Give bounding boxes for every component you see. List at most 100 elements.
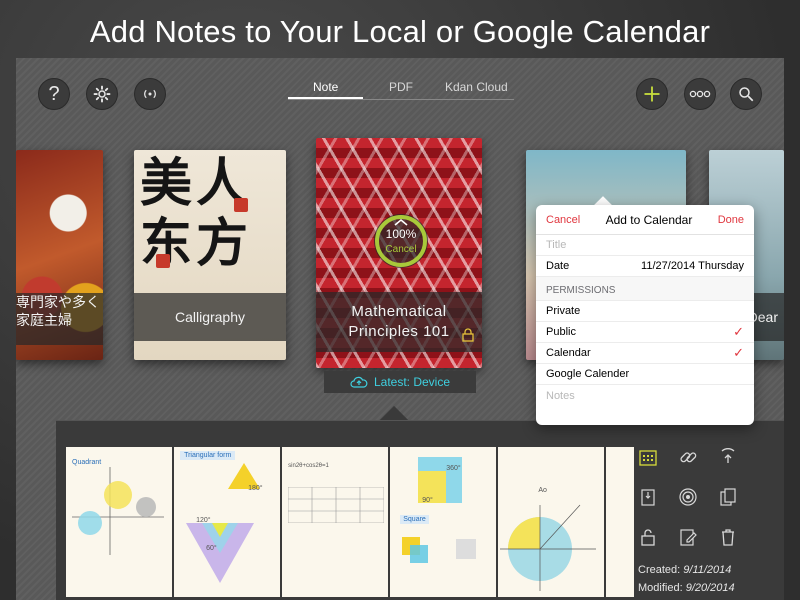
- tab-pdf[interactable]: PDF: [363, 78, 438, 99]
- book-title-band: Calligraphy: [134, 293, 286, 341]
- lock-icon: [462, 328, 474, 342]
- page-thumbnail[interactable]: [606, 447, 634, 597]
- checkmark-icon: ✓: [733, 324, 744, 339]
- option-label: Public: [546, 326, 576, 338]
- option-private[interactable]: Private: [536, 301, 754, 322]
- date-value: 11/27/2014 Thursday: [641, 260, 744, 272]
- checkmark-icon: ✓: [733, 345, 744, 360]
- more-icon: [689, 90, 711, 98]
- calendar-icon: [639, 450, 657, 466]
- tab-bar: Note PDF Kdan Cloud: [288, 78, 514, 100]
- cancel-button[interactable]: Cancel: [546, 214, 580, 226]
- pdf-export-icon: [641, 489, 655, 506]
- date-label: Date: [546, 260, 570, 272]
- more-button[interactable]: [684, 78, 716, 110]
- book-japanese[interactable]: 専門家や多く 家庭主婦: [16, 150, 103, 360]
- help-icon: ?: [48, 82, 60, 105]
- headline: Add Notes to Your Local or Google Calend…: [89, 14, 711, 49]
- book-calligraphy[interactable]: 美人东方 Calligraphy: [134, 150, 286, 360]
- date-row[interactable]: Date 11/27/2014 Thursday: [536, 256, 754, 277]
- unlock-icon: [641, 529, 655, 546]
- note-detail-panel: Quadrant Triangular form 180° 120° 60° s…: [56, 420, 784, 600]
- help-button[interactable]: ?: [38, 78, 70, 110]
- popover-header: Cancel Add to Calendar Done: [536, 205, 754, 235]
- add-button[interactable]: [636, 78, 668, 110]
- option-label: Private: [546, 305, 581, 317]
- formula-text: sin2θ+cos2θ=1: [288, 463, 329, 469]
- angle-label: 180°: [248, 485, 263, 492]
- notes-placeholder: Notes: [546, 390, 575, 402]
- book-title-band: 専門家や多く 家庭主婦: [16, 293, 103, 345]
- search-icon: [739, 87, 754, 102]
- progress-cancel-link[interactable]: Cancel: [372, 244, 430, 255]
- title-placeholder: Title: [546, 239, 567, 251]
- latest-source-label: Latest: Device: [373, 375, 451, 389]
- angle-label: 360°: [446, 465, 461, 472]
- latest-source-bar[interactable]: Latest: Device: [324, 371, 476, 393]
- option-label: Google Calender: [546, 368, 630, 380]
- page-thumbnail[interactable]: Ao: [498, 447, 605, 597]
- book-title: 家庭主婦: [16, 312, 72, 328]
- option-label: Calendar: [546, 347, 591, 359]
- search-button[interactable]: [730, 78, 762, 110]
- book-mathematical-principles[interactable]: 100% Cancel Mathematical Principles 101: [316, 138, 482, 368]
- page-thumbnail[interactable]: sin2θ+cos2θ=1: [282, 447, 389, 597]
- page-thumbnail[interactable]: Triangular form 180° 120° 60°: [174, 447, 281, 597]
- modified-date: Modified: 9/20/2014: [638, 582, 735, 594]
- notes-field[interactable]: Notes: [536, 385, 754, 407]
- angle-label: 120°: [196, 517, 211, 524]
- calendar-button[interactable]: [636, 445, 660, 469]
- wireless-button[interactable]: [134, 78, 166, 110]
- progress-percent: 100%: [385, 227, 417, 241]
- lock-note-button[interactable]: [636, 525, 660, 549]
- seal-stamp: [156, 254, 170, 268]
- page-thumbnail[interactable]: 360° 90° Square: [390, 447, 497, 597]
- page-table: [288, 487, 385, 523]
- duplicate-icon: [720, 488, 736, 506]
- option-calendar[interactable]: Calendar ✓: [536, 343, 754, 364]
- title-field[interactable]: Title: [536, 235, 754, 256]
- angle-label: 90°: [422, 497, 433, 504]
- trash-icon: [722, 529, 734, 546]
- book-title: Calligraphy: [174, 309, 246, 325]
- option-public[interactable]: Public ✓: [536, 322, 754, 343]
- done-button[interactable]: Done: [718, 214, 744, 226]
- share-wireless-button[interactable]: [716, 445, 740, 469]
- angle-label: 60°: [206, 545, 217, 552]
- cloud-icon: [350, 376, 368, 388]
- wireless-icon: [144, 89, 156, 99]
- note-meta: Created: 9/11/2014 Modified: 9/20/2014: [638, 561, 735, 597]
- app-window: ? Note PDF Kdan Cloud 専門家や多く 家庭主婦 美人东方 C…: [16, 58, 784, 600]
- edit-button[interactable]: [676, 525, 700, 549]
- export-pdf-button[interactable]: [636, 485, 660, 509]
- duplicate-button[interactable]: [716, 485, 740, 509]
- tab-kdan-cloud[interactable]: Kdan Cloud: [439, 78, 514, 99]
- page-diagram: [500, 504, 597, 591]
- created-date: Created: 9/11/2014: [638, 564, 732, 576]
- link-icon: [680, 452, 697, 463]
- book-title: Principles 101: [348, 323, 450, 340]
- gear-icon: [93, 85, 111, 103]
- broadcast-icon: [679, 488, 697, 506]
- page-thumbnail[interactable]: Quadrant: [66, 447, 173, 597]
- book-title: Mathematical: [351, 303, 447, 320]
- popover-title: Add to Calendar: [605, 212, 693, 227]
- page-strip: Quadrant Triangular form 180° 120° 60° s…: [66, 447, 634, 597]
- edit-icon: [680, 529, 697, 546]
- add-to-calendar-popover: Cancel Add to Calendar Done Title Date 1…: [536, 205, 754, 425]
- screenshot-frame: Add Notes to Your Local or Google Calend…: [0, 0, 800, 600]
- settings-button[interactable]: [86, 78, 118, 110]
- book-title: 専門家や多く: [16, 294, 100, 310]
- page-label: Triangular form: [180, 451, 236, 460]
- axis-label: Ao: [538, 487, 547, 494]
- link-button[interactable]: [676, 445, 700, 469]
- broadcast-button[interactable]: [676, 485, 700, 509]
- book-title-band: Mathematical Principles 101: [316, 292, 482, 352]
- tab-note[interactable]: Note: [288, 78, 364, 99]
- delete-button[interactable]: [716, 525, 740, 549]
- page-diagram: [72, 467, 164, 555]
- page-diagram: [186, 463, 261, 583]
- option-google-calendar[interactable]: Google Calender: [536, 364, 754, 385]
- add-icon: [644, 86, 660, 102]
- page-label: Quadrant: [72, 459, 102, 466]
